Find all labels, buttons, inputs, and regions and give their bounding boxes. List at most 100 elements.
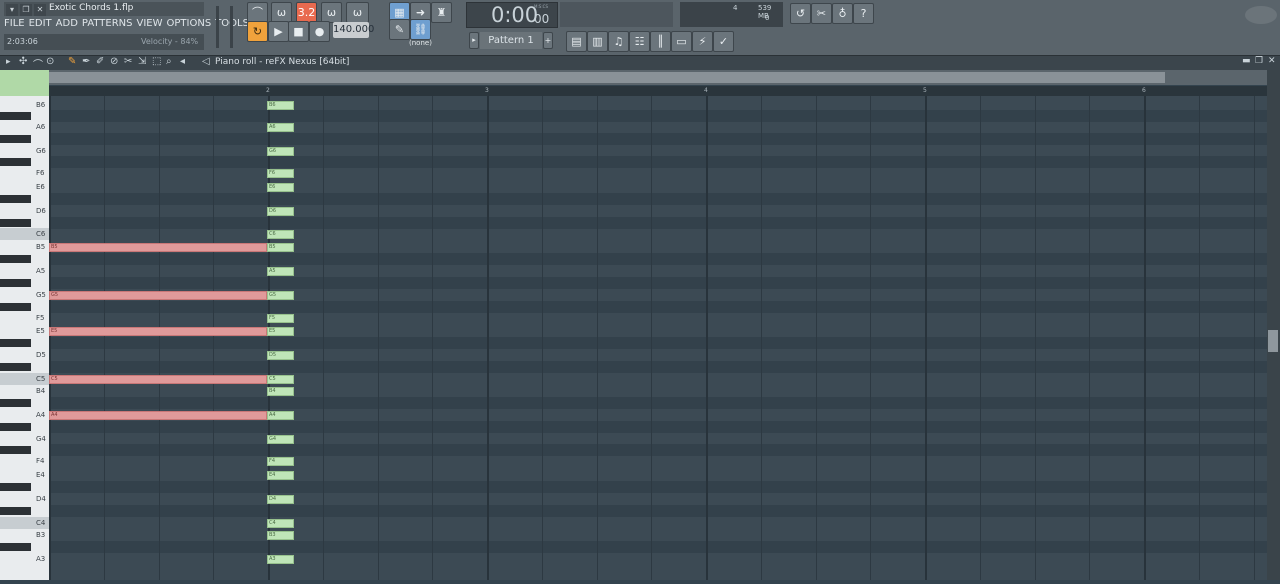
song-position-panel[interactable]: [560, 2, 673, 27]
black-key[interactable]: [0, 135, 31, 143]
note-green[interactable]: A4: [267, 411, 294, 420]
pr-minimize-icon[interactable]: ▬: [1242, 56, 1251, 66]
slice-tool-icon[interactable]: ⇲: [138, 56, 146, 67]
magnet-icon[interactable]: ✣: [19, 56, 27, 67]
cut-icon[interactable]: ✂: [811, 3, 832, 24]
menu-edit[interactable]: EDIT: [29, 18, 52, 29]
note-green[interactable]: A5: [267, 267, 294, 276]
draw-tool-icon[interactable]: ✎: [68, 56, 76, 67]
note-red[interactable]: E5: [49, 327, 267, 336]
master-pitch-slider[interactable]: [230, 6, 233, 48]
pencil-icon[interactable]: ✎: [389, 19, 410, 40]
black-key[interactable]: [0, 507, 31, 515]
stamp-icon[interactable]: ♜: [431, 2, 452, 23]
note-red[interactable]: B5: [49, 243, 267, 252]
black-key[interactable]: [0, 195, 31, 203]
note-green[interactable]: F4: [267, 457, 294, 466]
pr-close-icon[interactable]: ✕: [1268, 56, 1276, 66]
black-key[interactable]: [0, 218, 31, 227]
stop-button[interactable]: ■: [288, 21, 309, 42]
slip-tool-icon[interactable]: ✂: [124, 56, 132, 67]
note-red[interactable]: C5: [49, 375, 267, 384]
playlist-icon[interactable]: ▤: [566, 31, 587, 52]
delete-tool-icon[interactable]: ✐: [96, 56, 104, 67]
note-green[interactable]: G4: [267, 435, 294, 444]
restore-icon[interactable]: ❐: [20, 4, 32, 16]
black-key[interactable]: [0, 255, 31, 263]
plugin-icon[interactable]: ⚡: [692, 31, 713, 52]
menu-view[interactable]: VIEW: [137, 18, 163, 29]
refresh-icon[interactable]: ↺: [790, 3, 811, 24]
note-green[interactable]: G5: [267, 291, 294, 300]
wait-icon[interactable]: ω: [271, 2, 292, 23]
note-green[interactable]: A3: [267, 555, 294, 564]
paint-tool-icon[interactable]: ✒: [82, 56, 90, 67]
note-grid[interactable]: B5 G5 E5 C5 A4 B6 A6 G6 F6 E6 D6 C6 B5 A5 G5 F5 E5 D5 C5 B4…: [49, 96, 1267, 580]
note-green[interactable]: D5: [267, 351, 294, 360]
note-green[interactable]: A6: [267, 123, 294, 132]
timeline[interactable]: 2 3 4 5 6: [49, 86, 1267, 96]
note-green[interactable]: E5: [267, 327, 294, 336]
note-green[interactable]: G6: [267, 147, 294, 156]
options-arrow-icon[interactable]: ▸: [6, 57, 11, 67]
note-green[interactable]: E4: [267, 471, 294, 480]
mic-icon[interactable]: ♁: [832, 3, 853, 24]
pr-restore-icon[interactable]: ❐: [1255, 56, 1263, 66]
pattern-selector[interactable]: Pattern 1: [480, 32, 542, 49]
menu-options[interactable]: OPTIONS: [167, 18, 212, 29]
note-green[interactable]: F6: [267, 169, 294, 178]
menu-icon[interactable]: ▾: [6, 4, 18, 16]
black-key[interactable]: [0, 339, 31, 347]
none-label[interactable]: (none): [409, 39, 432, 47]
black-key[interactable]: [0, 112, 31, 120]
note-green[interactable]: B5: [267, 243, 294, 252]
headphone-icon[interactable]: ⌒: [33, 56, 43, 71]
black-key[interactable]: [0, 423, 31, 431]
black-key[interactable]: [0, 158, 31, 166]
piano-keyboard[interactable]: B6 A6 G6 F6 E6 D6 C6 B5 A5 G5 F5 E5 D5 C5 B4 A4 G4 F4 E4 D4…: [0, 96, 49, 580]
play-button[interactable]: ▶: [268, 21, 289, 42]
blend-icon[interactable]: ω: [346, 2, 369, 23]
step-edit-icon[interactable]: ω: [321, 2, 342, 23]
black-key[interactable]: [0, 302, 31, 311]
piano-roll-window-icon[interactable]: ♫: [608, 31, 629, 52]
loop-mode-button[interactable]: ↻: [247, 21, 268, 42]
black-key[interactable]: [0, 446, 31, 454]
note-green[interactable]: D4: [267, 495, 294, 504]
vertical-scrollbar-thumb[interactable]: [1268, 330, 1278, 352]
channel-rack-icon[interactable]: ▥: [587, 31, 608, 52]
time-display[interactable]: 0:00 00 M:S:CS: [466, 2, 558, 28]
note-red[interactable]: G5: [49, 291, 267, 300]
tool-icon[interactable]: ✓: [713, 31, 734, 52]
close-icon[interactable]: ✕: [34, 4, 46, 16]
note-red[interactable]: A4: [49, 411, 267, 420]
tempo-field[interactable]: 140.000: [333, 22, 374, 38]
mute-tool-icon[interactable]: ⊘: [110, 56, 118, 67]
note-green[interactable]: C5: [267, 375, 294, 384]
black-key[interactable]: [0, 543, 31, 551]
playback-tool-icon[interactable]: ◂: [180, 56, 185, 67]
master-volume-slider[interactable]: [216, 6, 219, 48]
menu-file[interactable]: FILE: [4, 18, 25, 29]
zoom-tool-icon[interactable]: ⌕: [166, 56, 172, 67]
note-green[interactable]: B4: [267, 387, 294, 396]
black-key[interactable]: [0, 399, 31, 407]
note-green[interactable]: B3: [267, 531, 294, 540]
menu-patterns[interactable]: PATTERNS: [82, 18, 133, 29]
select-tool-icon[interactable]: ⬚: [152, 56, 161, 67]
note-green[interactable]: E6: [267, 183, 294, 192]
link-icon[interactable]: ⛓: [410, 19, 431, 40]
record-button[interactable]: ●: [309, 21, 330, 42]
keyboard-icon[interactable]: ⊙: [46, 56, 54, 67]
note-green[interactable]: D6: [267, 207, 294, 216]
record-mode-badge[interactable]: 3.2: [296, 2, 317, 23]
note-green[interactable]: C6: [267, 230, 294, 239]
note-color-selector[interactable]: [0, 70, 49, 96]
piano-roll-title[interactable]: Piano roll - reFX Nexus [64bit]: [215, 57, 349, 67]
help-icon[interactable]: ?: [853, 3, 874, 24]
vertical-scrollbar[interactable]: [1267, 70, 1280, 580]
metronome-icon[interactable]: ⌒: [247, 2, 268, 23]
note-green[interactable]: F5: [267, 314, 294, 323]
note-green[interactable]: B6: [267, 101, 294, 110]
note-green[interactable]: C4: [267, 519, 294, 528]
